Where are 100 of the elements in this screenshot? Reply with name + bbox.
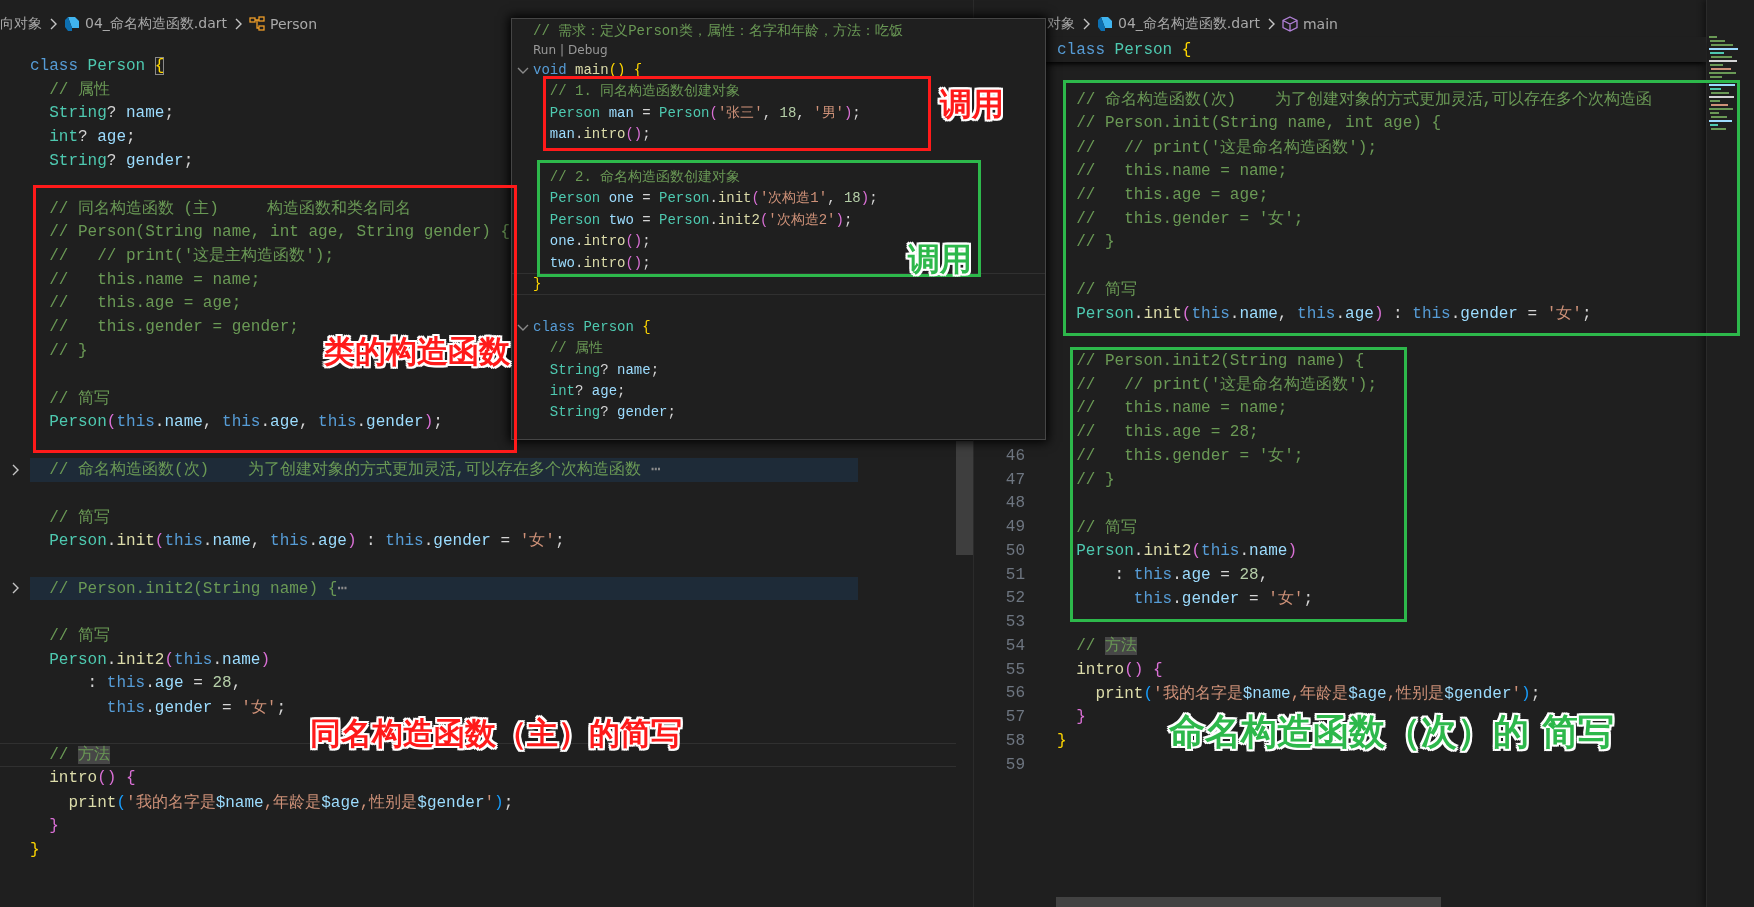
code-line: // Person.init2(String name) {⋯ xyxy=(48,579,347,599)
code-line: Person man = Person('张三', 18, '男'); xyxy=(548,103,861,122)
code-line: two.intro(); xyxy=(548,254,651,271)
file-type-icon xyxy=(64,16,80,32)
code-line: Person(this.name, this.age, this.gender); xyxy=(48,413,443,432)
code-line: // this.name = name; xyxy=(1075,161,1288,180)
code-line: // 属性 xyxy=(48,80,110,101)
code-line: } xyxy=(1075,708,1086,727)
line-number: 57 xyxy=(1005,708,1025,727)
code-line: int? age; xyxy=(48,128,136,147)
breadcrumb-item[interactable]: 04_命名构造函数.dart xyxy=(1097,15,1260,33)
code-line: class Person { xyxy=(533,318,651,335)
codelens-link[interactable]: Run xyxy=(533,43,556,58)
breadcrumb-item[interactable]: 向对象 xyxy=(0,15,42,33)
code-line: // 同名构造函数 (主) 构造函数和类名同名 xyxy=(48,198,411,219)
line-number: 58 xyxy=(1005,731,1025,750)
annotation-caption: 调用 xyxy=(940,88,1004,120)
code-line: Person.init2(this.name) xyxy=(48,650,271,669)
line-number: 50 xyxy=(1005,541,1025,560)
code-line: // 简写 xyxy=(48,388,110,409)
line-number: 53 xyxy=(1005,613,1025,632)
code-line: // 命名构造函数(次) 为了创建对象的方式更加灵活,可以存在多个次构造函数 ⋯ xyxy=(48,459,661,481)
code-line: // 需求：定义Person类，属性：名字和年龄，方法：吃饭 xyxy=(533,21,903,40)
line-number: 56 xyxy=(1005,684,1025,703)
chevron-right-icon xyxy=(48,17,58,31)
code-line: // 简写 xyxy=(1075,280,1137,301)
code-line: Person two = Person.init2('次构造2'); xyxy=(548,210,853,229)
code-line: : this.age = 28, xyxy=(1113,565,1269,584)
code-line: String? name; xyxy=(48,104,175,123)
line-number: 46 xyxy=(1005,446,1025,465)
line-number: 47 xyxy=(1005,470,1025,489)
code-line: } xyxy=(30,840,40,859)
scrollbar-thumb[interactable] xyxy=(956,441,973,555)
code-line: // this.gender = gender; xyxy=(48,318,299,337)
code-line: String? gender; xyxy=(548,404,676,421)
class-symbol-icon xyxy=(249,16,265,32)
code-line: one.intro(); xyxy=(548,233,651,250)
code-line: // this.gender = '女'; xyxy=(1075,446,1304,467)
code-line: // // print('这是主构造函数'); xyxy=(48,245,335,267)
code-line: intro() { xyxy=(1075,660,1163,679)
code-line: // 简写 xyxy=(48,507,110,528)
annotation-caption: 调用 xyxy=(908,243,972,275)
code-line: : this.age = 28, xyxy=(86,674,242,693)
annotation-caption: 命名构造函数（次）的 简写 xyxy=(1169,714,1614,750)
code-line: // this.gender = '女'; xyxy=(1075,208,1304,229)
code-line: // 属性 xyxy=(548,339,603,358)
code-line: // this.age = 28; xyxy=(1075,423,1259,442)
code-line: class Person { xyxy=(1057,40,1192,59)
codelens-link[interactable]: Debug xyxy=(568,43,608,58)
code-line: // } xyxy=(1075,233,1115,252)
code-line: String? name; xyxy=(548,361,660,378)
cube-icon xyxy=(1282,16,1298,32)
breadcrumb-item[interactable]: main xyxy=(1282,16,1338,32)
code-line: // // print('这是命名构造函数'); xyxy=(1075,137,1378,158)
chevron-right-icon xyxy=(233,17,243,31)
line-number: 55 xyxy=(1005,660,1025,679)
chevron-right-icon[interactable] xyxy=(10,462,20,477)
line-number: 48 xyxy=(1005,494,1025,513)
scrollbar-thumb[interactable] xyxy=(1056,897,1441,907)
code-line: // 简写 xyxy=(48,626,110,647)
code-line: // 命名构造函数(次) 为了创建对象的方式更加灵活,可以存在多个次构造函 xyxy=(1075,89,1653,111)
code-line: // this.age = age; xyxy=(1075,185,1269,204)
code-line: } xyxy=(533,276,542,292)
code-line: // this.name = name; xyxy=(48,270,261,289)
code-line: man.intro(); xyxy=(548,126,651,143)
code-line: // } xyxy=(1075,470,1115,489)
code-line: Person one = Person.init('次构造1', 18); xyxy=(548,189,878,208)
code-line: print('我的名字是$name,年龄是$age,性别是$gender'); xyxy=(1094,683,1541,704)
breadcrumb-item[interactable]: Person xyxy=(249,16,318,32)
code-line: // 方法 xyxy=(1075,635,1137,657)
chevron-right-icon xyxy=(1081,17,1091,31)
code-line: // Person.init(String name, int age) { xyxy=(1075,114,1442,133)
code-line: Person.init(this.name, this.age) : this.gender = '女'; xyxy=(48,531,565,552)
line-number: 52 xyxy=(1005,589,1025,608)
code-line: Person.init2(this.name) xyxy=(1075,541,1298,560)
code-line: // 方法 xyxy=(48,744,110,766)
code-line: // 1. 同名构造函数创建对象 xyxy=(548,82,741,101)
code-line: // Person.init2(String name) { xyxy=(1075,351,1365,370)
code-line: int? age; xyxy=(548,382,626,399)
code-line: Person.init(this.name, this.age) : this.gender = '女'; xyxy=(1075,303,1592,324)
breadcrumb-item[interactable]: 04_命名构造函数.dart xyxy=(64,15,227,33)
annotation-caption: 同名构造函数（主）的简写 xyxy=(310,718,682,749)
code-line: class Person { xyxy=(30,56,165,75)
file-type-icon xyxy=(1097,16,1113,32)
line-number: 54 xyxy=(1005,636,1025,655)
line-number: 59 xyxy=(1005,755,1025,774)
line-number: 51 xyxy=(1005,565,1025,584)
code-line: // this.age = age; xyxy=(48,294,242,313)
breadcrumb-item[interactable]: 对象 xyxy=(1047,15,1075,33)
code-line: // 2. 命名构造函数创建对象 xyxy=(548,168,741,187)
code-line: // } xyxy=(48,341,88,360)
code-line: print('我的名字是$name,年龄是$age,性别是$gender'); xyxy=(67,792,514,813)
chevron-right-icon[interactable] xyxy=(10,581,20,596)
chevron-down-icon[interactable] xyxy=(515,65,530,76)
code-line: // this.name = name; xyxy=(1075,399,1288,418)
code-line: // // print('这是命名构造函数'); xyxy=(1075,374,1378,396)
code-line: this.gender = '女'; xyxy=(105,697,287,718)
code-line: // Person(String name, int age, String gender) { xyxy=(48,223,511,242)
annotation-caption: 类的构造函数 xyxy=(324,336,510,367)
code-line: // 简写 xyxy=(1075,517,1137,538)
